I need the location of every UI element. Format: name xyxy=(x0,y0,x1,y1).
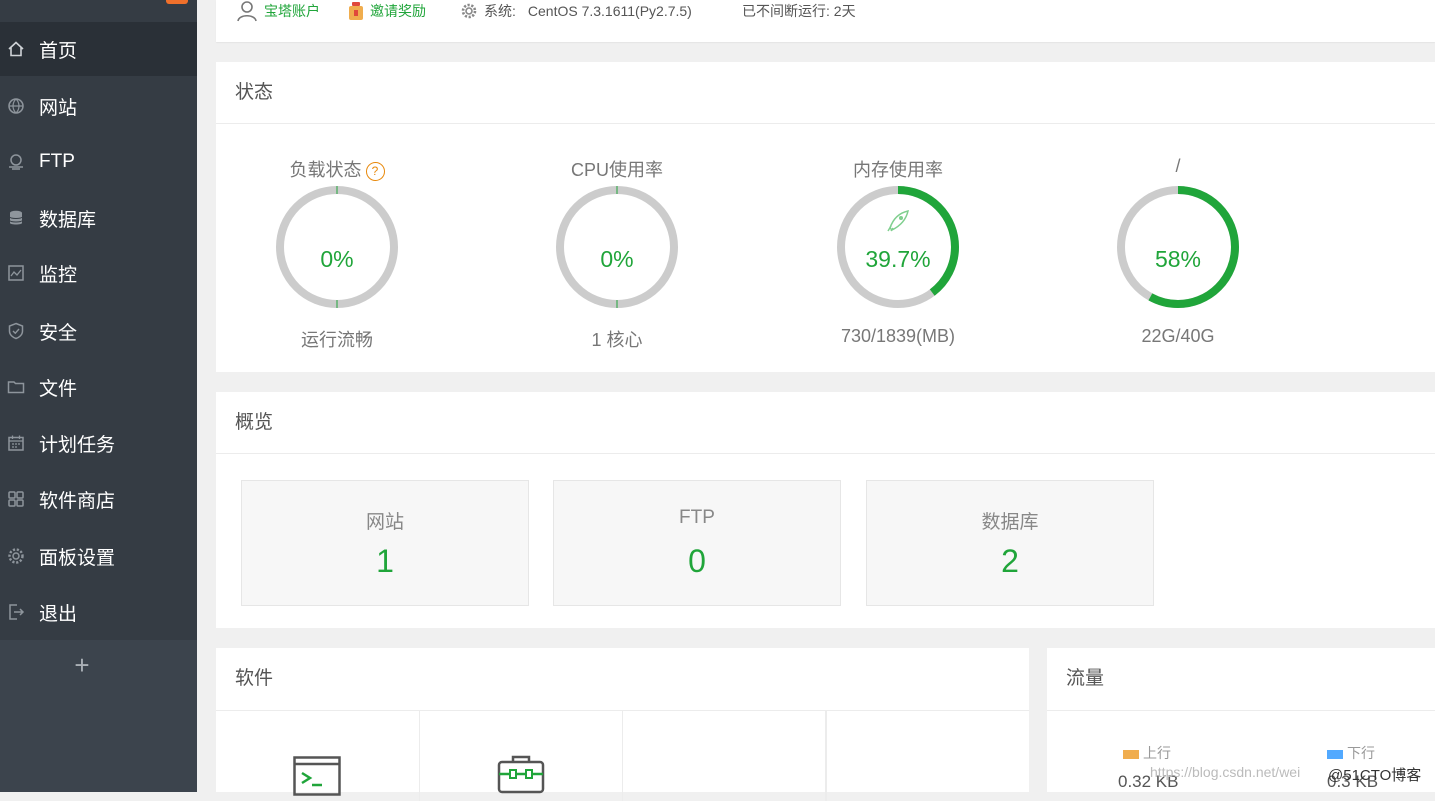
sidebar-item-label: 首页 xyxy=(39,40,78,62)
sidebar-item-logout[interactable]: 退出 xyxy=(0,585,197,639)
sidebar-item-website[interactable]: 网站 xyxy=(0,79,197,133)
sidebar-item-cron[interactable]: 计划任务 xyxy=(0,416,197,470)
invite-label: 邀请奖励 xyxy=(370,3,426,19)
account-label: 宝塔账户 xyxy=(264,3,320,19)
uptime: 已不间断运行: 2天 xyxy=(742,3,856,19)
gauge-label: 内存使用率 xyxy=(853,160,943,180)
divider xyxy=(1047,710,1435,711)
sidebar-item-home[interactable]: 首页 xyxy=(0,22,197,76)
overview-card-label: FTP xyxy=(679,507,715,528)
gauge-subtext: 1 核心 xyxy=(591,330,643,350)
divider xyxy=(216,123,1435,124)
gauge-value: 0% xyxy=(600,246,634,272)
top-header: 宝塔账户 邀请奖励 系统: CentOS 7.3.1611(Py2.7.5) 已… xyxy=(216,0,1435,42)
divider xyxy=(216,453,1435,454)
gauge-subtext: 运行流畅 xyxy=(301,330,373,350)
gauge-label-text: 负载状态 xyxy=(289,160,362,180)
calendar-icon xyxy=(7,434,25,452)
legend-download: 下行 xyxy=(1327,743,1375,763)
notification-badge[interactable] xyxy=(166,0,188,4)
sidebar-item-label: 安全 xyxy=(39,322,78,344)
help-icon[interactable]: ? xyxy=(365,161,385,181)
status-title: 状态 xyxy=(235,82,274,103)
sidebar-item-label: 监控 xyxy=(39,264,78,286)
globe-icon xyxy=(7,97,25,115)
terminal-icon[interactable] xyxy=(293,756,341,796)
divider xyxy=(622,711,623,801)
grid-icon xyxy=(7,490,25,508)
sidebar-item-label: 面板设置 xyxy=(39,547,116,569)
gear-icon xyxy=(7,547,25,565)
folder-icon xyxy=(7,378,25,396)
logout-icon xyxy=(7,603,25,621)
sidebar-item-settings[interactable]: 面板设置 xyxy=(0,529,197,583)
software-title: 软件 xyxy=(235,668,274,689)
gauge-subtext: 22G/40G xyxy=(1141,326,1215,346)
traffic-title: 流量 xyxy=(1066,668,1105,689)
status-panel: 状态 负载状态? 0% 运行流畅 CPU使用率 0% 1 核心 内存使用率 39… xyxy=(216,62,1435,372)
gauge-subtext: 730/1839(MB) xyxy=(840,326,956,346)
sidebar-item-security[interactable]: 安全 xyxy=(0,304,197,358)
gear-icon xyxy=(461,3,477,19)
sidebar-item-label: 网站 xyxy=(39,97,78,119)
legend-label: 上行 xyxy=(1143,745,1171,761)
overview-card-value[interactable]: 2 xyxy=(867,543,1153,580)
sidebar-item-database[interactable]: 数据库 xyxy=(0,191,197,245)
gauge-value: 58% xyxy=(1154,246,1202,272)
watermark-brand: @51CTO博客 xyxy=(1328,767,1422,784)
account-link[interactable]: 宝塔账户 xyxy=(236,0,320,22)
overview-panel: 概览 网站 1 FTP 0 数据库 2 xyxy=(216,392,1435,628)
sidebar-item-label: 数据库 xyxy=(39,209,97,231)
watermark-url: https://blog.csdn.net/wei xyxy=(1150,764,1301,780)
overview-card-label: 数据库 xyxy=(981,512,1039,533)
sidebar-item-monitor[interactable]: 监控 xyxy=(0,246,197,300)
divider xyxy=(826,711,827,801)
toolbox-icon[interactable] xyxy=(497,754,545,794)
system-prefix: 系统: xyxy=(484,3,516,19)
system-info: 系统: CentOS 7.3.1611(Py2.7.5) xyxy=(460,0,692,22)
gauge-value: 39.7% xyxy=(865,246,931,272)
overview-card-ftp[interactable]: FTP 0 xyxy=(553,480,841,606)
divider xyxy=(419,711,420,801)
gauge-label: 负载状态? xyxy=(257,156,417,182)
sidebar-item-ftp[interactable]: FTP xyxy=(0,135,197,189)
overview-card-database[interactable]: 数据库 2 xyxy=(866,480,1154,606)
gauge-label: / xyxy=(1175,156,1181,176)
sidebar-item-label: 软件商店 xyxy=(39,490,116,512)
user-icon xyxy=(237,1,257,22)
sidebar: 首页 网站 FTP 数据库 监控 安全 文件 计划任务 软件商店 面板设置 退出… xyxy=(0,0,197,792)
gift-icon xyxy=(349,2,363,20)
upload-swatch xyxy=(1123,749,1139,759)
legend-upload: 上行 xyxy=(1123,743,1171,763)
overview-card-value[interactable]: 0 xyxy=(554,543,840,580)
add-shortcut-button[interactable]: + xyxy=(70,650,94,680)
gauge-label: CPU使用率 xyxy=(570,160,663,180)
sidebar-item-label: FTP xyxy=(39,151,75,172)
download-swatch xyxy=(1327,749,1343,759)
software-panel: 软件 xyxy=(216,648,1029,801)
overview-title: 概览 xyxy=(235,412,274,433)
sidebar-item-label: 退出 xyxy=(39,603,78,625)
gauge-value: 0% xyxy=(320,246,354,272)
sidebar-item-store[interactable]: 软件商店 xyxy=(0,472,197,526)
shield-icon xyxy=(7,322,25,340)
database-icon xyxy=(7,209,25,227)
ftp-icon xyxy=(7,153,25,171)
rocket-icon[interactable] xyxy=(887,210,909,232)
sidebar-item-files[interactable]: 文件 xyxy=(0,360,197,414)
sidebar-item-label: 文件 xyxy=(39,378,78,400)
system-value: CentOS 7.3.1611(Py2.7.5) xyxy=(527,3,692,19)
invite-link[interactable]: 邀请奖励 xyxy=(348,0,426,22)
overview-card-website[interactable]: 网站 1 xyxy=(241,480,529,606)
sidebar-nav: 首页 网站 FTP 数据库 监控 安全 文件 计划任务 软件商店 面板设置 退出 xyxy=(0,22,197,640)
legend-label: 下行 xyxy=(1347,745,1375,761)
home-icon xyxy=(7,40,25,58)
overview-card-label: 网站 xyxy=(365,512,404,533)
monitor-icon xyxy=(7,264,25,282)
sidebar-item-label: 计划任务 xyxy=(39,434,116,456)
overview-card-value[interactable]: 1 xyxy=(242,543,528,580)
